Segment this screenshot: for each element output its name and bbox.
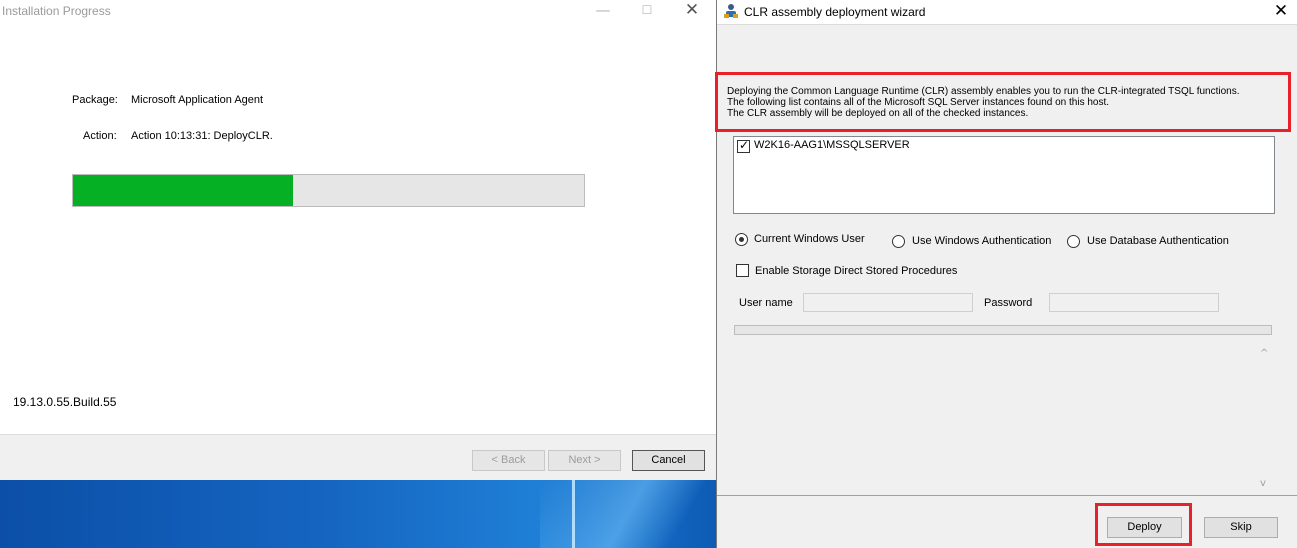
user-name-input[interactable] [803, 293, 973, 312]
description-highlight-box [715, 72, 1291, 132]
deploy-highlight-box [1095, 503, 1192, 546]
deployment-progress-bar [734, 325, 1272, 335]
installer-titlebar: Installation Progress — ☐ ✕ [0, 0, 716, 22]
wizard-title: CLR assembly deployment wizard [744, 5, 926, 19]
database-authentication-label[interactable]: Use Database Authentication [1087, 235, 1229, 247]
wizard-footer-divider [717, 495, 1297, 496]
current-windows-user-radio[interactable] [735, 233, 748, 246]
radio-selected-dot [739, 237, 744, 242]
storage-procedures-label[interactable]: Enable Storage Direct Stored Procedures [755, 265, 957, 277]
wizard-title-divider [717, 24, 1297, 25]
version-label: 19.13.0.55.Build.55 [13, 395, 117, 409]
sql-instances-list[interactable]: ✓ W2K16-AAG1\MSSQLSERVER [733, 136, 1275, 214]
instance-name: W2K16-AAG1\MSSQLSERVER [754, 139, 910, 151]
cancel-button[interactable]: Cancel [632, 450, 705, 471]
action-value: Action 10:13:31: DeployCLR. [131, 130, 273, 142]
database-authentication-radio[interactable] [1067, 235, 1080, 248]
windows-authentication-label[interactable]: Use Windows Authentication [912, 235, 1051, 247]
install-progress-bar [72, 174, 585, 207]
desktop-light-glow [540, 480, 716, 548]
user-name-label: User name [739, 297, 793, 309]
scroll-up-icon[interactable]: ^ [1260, 348, 1268, 359]
windows-authentication-radio[interactable] [892, 235, 905, 248]
skip-button[interactable]: Skip [1204, 517, 1278, 538]
instance-checkbox[interactable]: ✓ [737, 138, 750, 153]
next-button[interactable]: Next > [548, 450, 621, 471]
back-button[interactable]: < Back [472, 450, 545, 471]
current-windows-user-label[interactable]: Current Windows User [754, 233, 865, 245]
storage-procedures-checkbox[interactable] [736, 264, 749, 277]
deployment-log-area[interactable] [734, 340, 1274, 492]
password-label: Password [984, 297, 1033, 309]
desktop-light-beam [572, 480, 575, 548]
close-icon[interactable]: ✕ [669, 0, 715, 22]
password-input[interactable] [1049, 293, 1219, 312]
maximize-icon[interactable]: ☐ [624, 0, 670, 22]
checkmark-icon: ✓ [739, 138, 750, 152]
package-value: Microsoft Application Agent [131, 94, 264, 106]
wizard-close-icon[interactable]: ✕ [1269, 1, 1293, 23]
wizard-app-icon [724, 4, 738, 18]
installer-button-bar: < Back Next > Cancel [0, 434, 716, 480]
installation-progress-window: Installation Progress — ☐ ✕ Package: Mic… [0, 0, 716, 480]
minimize-icon[interactable]: — [580, 0, 626, 22]
install-progress-fill [73, 175, 293, 206]
clr-deployment-wizard-window: CLR assembly deployment wizard ✕ Deployi… [715, 0, 1297, 548]
package-label: Package: [72, 94, 118, 106]
wizard-titlebar: CLR assembly deployment wizard ✕ [717, 0, 1297, 24]
desktop-background [0, 480, 716, 548]
installer-title: Installation Progress [2, 4, 111, 18]
action-label: Action: [83, 130, 117, 142]
scroll-down-icon[interactable]: v [1260, 478, 1266, 489]
